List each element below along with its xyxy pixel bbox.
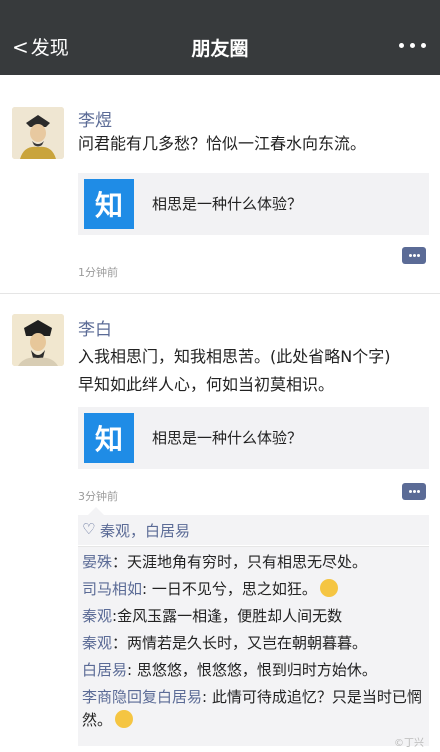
dot-icon xyxy=(409,254,412,257)
comment-author[interactable]: 李商隐回复白居易 xyxy=(82,688,202,706)
comment-button[interactable] xyxy=(402,247,426,264)
watermark: ©丁兴 xyxy=(394,738,424,749)
comment-item[interactable]: 晏殊：天涯地角有穷时，只有相思无尽处。 xyxy=(82,551,427,574)
zhihu-logo-icon: 知 xyxy=(84,179,134,229)
comment-author[interactable]: 白居易 xyxy=(82,661,127,679)
likes-names[interactable]: 秦观，白居易 xyxy=(100,520,190,541)
dot-icon xyxy=(413,254,416,257)
comment-author[interactable]: 晏殊 xyxy=(82,553,112,571)
post-text-line: 问君能有几多愁？恰似一江春水向东流。 xyxy=(78,134,367,153)
more-button[interactable] xyxy=(399,43,426,48)
dot-icon xyxy=(417,490,420,493)
comments-section: 晏殊：天涯地角有穷时，只有相思无尽处。 司马相如: 一日不见兮，思之如狂。 秦观… xyxy=(78,546,429,746)
laughing-emoji-icon xyxy=(319,579,338,597)
likes-pointer xyxy=(88,507,104,515)
likes-bar: ♡ 秦观，白居易 xyxy=(78,515,429,545)
avatar[interactable] xyxy=(12,314,64,366)
shared-link-title: 相思是一种什么体验？ xyxy=(152,429,303,447)
zhihu-logo-icon: 知 xyxy=(84,413,134,463)
comment-separator: : xyxy=(202,688,212,706)
post-author-name[interactable]: 李煜 xyxy=(78,106,112,131)
more-dot-icon xyxy=(399,43,404,48)
comment-separator: ： xyxy=(112,634,128,652)
crying-emoji-icon xyxy=(115,710,134,728)
portrait-icon xyxy=(12,314,64,366)
comment-author[interactable]: 司马相如 xyxy=(82,580,142,598)
dot-icon xyxy=(417,254,420,257)
portrait-icon xyxy=(12,107,64,159)
comment-separator: ： xyxy=(112,553,128,571)
avatar[interactable] xyxy=(12,107,64,159)
dot-icon xyxy=(409,490,412,493)
comment-author[interactable]: 秦观 xyxy=(82,607,112,625)
comment-text: 天涯地角有穷时，只有相思无尽处。 xyxy=(127,553,368,571)
comment-text: 思悠悠，恨悠悠，恨到归时方始休。 xyxy=(136,661,377,679)
comment-text: 一日不见兮，思之如狂。 xyxy=(151,580,317,598)
post-timestamp: 3分钟前 xyxy=(78,490,118,503)
comment-separator: : xyxy=(127,661,137,679)
page-title: 朋友圈 xyxy=(191,38,249,60)
comment-item[interactable]: 秦观：两情若是久长时，又岂在朝朝暮暮。 xyxy=(82,632,427,655)
nav-bar: < 发现 朋友圈 xyxy=(0,0,440,75)
shared-link-title: 相思是一种什么体验？ xyxy=(152,195,303,213)
more-dot-icon xyxy=(410,43,415,48)
comment-author[interactable]: 秦观 xyxy=(82,634,112,652)
post-timestamp: 1分钟前 xyxy=(78,266,118,279)
comment-separator: : xyxy=(142,580,152,598)
more-dot-icon xyxy=(421,43,426,48)
post-text-line: 入我相思门，知我相思苦。(此处省略N个字) xyxy=(78,347,391,366)
comment-text: 金风玉露一相逢，便胜却人间无数 xyxy=(117,607,343,625)
shared-link-card[interactable]: 知 相思是一种什么体验？ xyxy=(78,173,429,235)
comment-button[interactable] xyxy=(402,483,426,500)
comment-text: 两情若是久长时，又岂在朝朝暮暮。 xyxy=(127,634,368,652)
comment-item[interactable]: 司马相如: 一日不见兮，思之如狂。 xyxy=(82,578,427,601)
comment-item[interactable]: 白居易: 思悠悠，恨悠悠，恨到归时方始休。 xyxy=(82,659,427,682)
comment-item[interactable]: 李商隐回复白居易: 此情可待成追忆？只是当时已惘然。 xyxy=(82,686,427,732)
shared-link-card[interactable]: 知 相思是一种什么体验？ xyxy=(78,407,429,469)
heart-icon: ♡ xyxy=(82,520,96,538)
comment-item[interactable]: 秦观:金风玉露一相逢，便胜却人间无数 xyxy=(82,605,427,628)
post-text-line: 早知如此绊人心，何如当初莫相识。 xyxy=(78,375,335,394)
post-author-name[interactable]: 李白 xyxy=(78,315,112,340)
dot-icon xyxy=(413,490,416,493)
post-divider xyxy=(0,293,440,294)
